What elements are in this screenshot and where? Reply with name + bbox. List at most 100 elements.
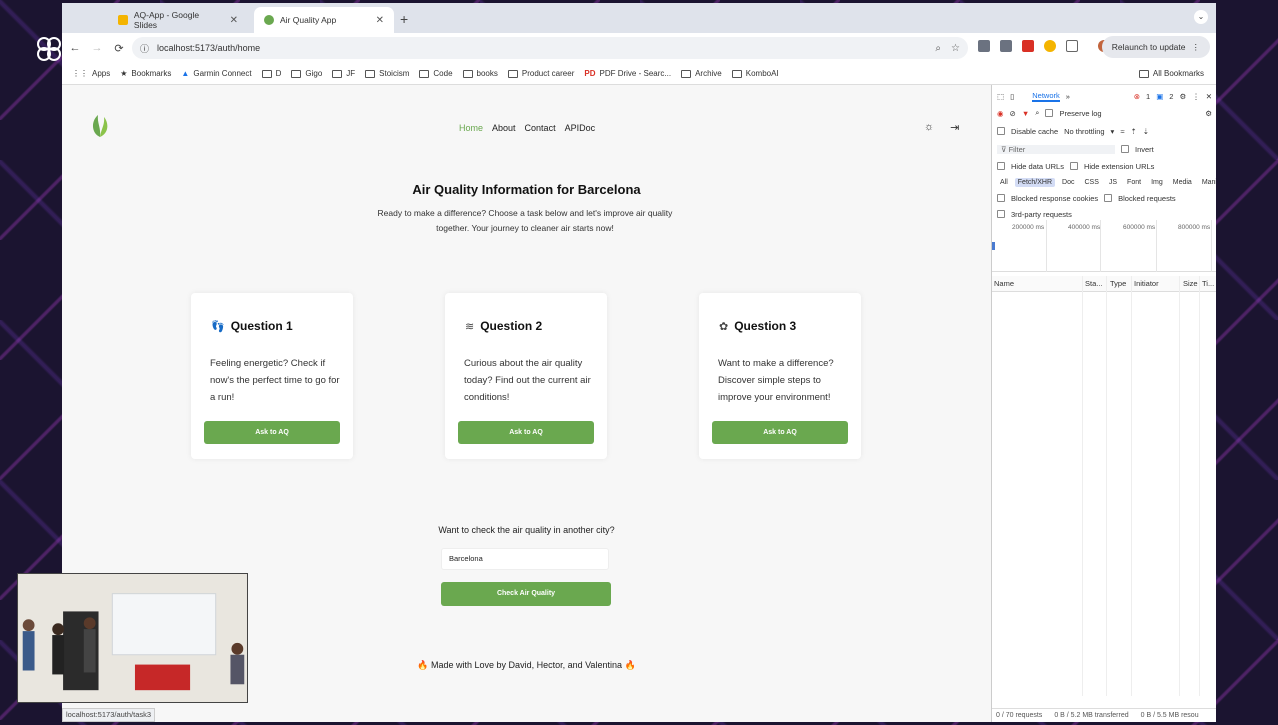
bookmark-pdf-drive[interactable]: PD PDF Drive - Searc... [584, 69, 671, 78]
column-name[interactable]: Name [994, 279, 1014, 288]
webcam-overlay [17, 573, 248, 703]
bookmark-label: Product career [521, 69, 575, 78]
sun-theme-icon[interactable]: ☼ [924, 121, 934, 134]
wifi-icon[interactable]: ≈ [1120, 127, 1124, 136]
filter-input[interactable]: ⊽ Filter [997, 144, 1115, 154]
type-filter-all[interactable]: All [997, 178, 1011, 187]
bookmark-folder[interactable]: Archive [681, 69, 722, 78]
zoom-icon[interactable]: ⌕ [935, 43, 941, 54]
bookmark-folder[interactable]: JF [332, 69, 355, 78]
nav-about[interactable]: About [492, 123, 516, 133]
blocked-requests-checkbox[interactable] [1104, 194, 1113, 202]
invert-checkbox[interactable] [1121, 145, 1129, 153]
tab-google-slides[interactable]: AQ-App - Google Slides ✕ [108, 7, 248, 33]
column-type[interactable]: Type [1110, 279, 1126, 288]
new-tab-icon[interactable]: + [400, 11, 408, 27]
back-icon[interactable]: ← [64, 42, 86, 54]
devtools-panel: ⬚ ▯ Network » ⊗ 1 ▣ 2 ⚙ ⋮ ✕ ◉ ⊘ ▼ ⌕ Preser… [991, 85, 1216, 722]
folder-icon [261, 69, 272, 78]
more-menu-icon[interactable]: ⋮ [1192, 92, 1200, 101]
type-filter-css[interactable]: CSS [1081, 178, 1101, 187]
site-info-icon[interactable]: ⓘ [140, 42, 149, 55]
ask-to-aq-button[interactable]: Ask to AQ [712, 421, 848, 444]
extension-icon[interactable] [1000, 40, 1012, 52]
warning-count: 2 [1169, 91, 1174, 101]
hide-data-urls-checkbox[interactable] [997, 162, 1005, 170]
bookmark-label: Bookmarks [131, 69, 172, 78]
error-count: 1 [1146, 91, 1151, 101]
all-bookmarks[interactable]: All Bookmarks [1138, 69, 1204, 78]
blocked-cookies-checkbox[interactable] [997, 194, 1005, 202]
leaf-logo-icon[interactable] [89, 113, 111, 139]
preserve-log-checkbox[interactable] [1045, 109, 1054, 117]
timeline-gridline [1046, 220, 1047, 272]
tab-search-chevron-icon[interactable]: ⌄ [1194, 10, 1208, 24]
tab-air-quality-app[interactable]: Air Quality App ✕ [254, 7, 394, 33]
record-icon[interactable]: ◉ [997, 109, 1004, 118]
disable-cache-checkbox[interactable] [997, 127, 1005, 135]
type-filter-img[interactable]: Img [1148, 178, 1166, 187]
nav-contact[interactable]: Contact [525, 123, 556, 133]
error-count-icon[interactable]: ⊗ [1134, 92, 1140, 101]
nav-apidoc[interactable]: APIDoc [565, 123, 596, 133]
bookmark-garmin[interactable]: ▲ Garmin Connect [181, 69, 251, 78]
column-initiator[interactable]: Initiator [1134, 279, 1159, 288]
forward-icon[interactable]: → [86, 42, 108, 54]
type-filter-js[interactable]: JS [1106, 178, 1120, 187]
ask-to-aq-button[interactable]: Ask to AQ [458, 421, 594, 444]
type-filter-manifest[interactable]: Mani [1199, 178, 1216, 187]
bookmark-folder[interactable]: Gigo [291, 69, 322, 78]
close-tab-icon[interactable]: ✕ [376, 15, 384, 26]
column-size[interactable]: Size [1183, 279, 1198, 288]
extension-icon[interactable] [1044, 40, 1056, 52]
bookmark-folder[interactable]: D [261, 69, 281, 78]
throttling-select[interactable]: No throttling [1064, 127, 1104, 136]
reload-icon[interactable]: ⟳ [108, 42, 130, 55]
type-filter-doc[interactable]: Doc [1059, 178, 1077, 187]
ask-to-aq-button[interactable]: Ask to AQ [204, 421, 340, 444]
check-air-quality-button[interactable]: Check Air Quality [441, 582, 611, 606]
download-icon[interactable]: ⇣ [1143, 127, 1149, 136]
star-icon: ★ [120, 69, 128, 78]
type-filter-fetch-xhr[interactable]: Fetch/XHR [1014, 177, 1056, 187]
bookmark-bookmarks[interactable]: ★ Bookmarks [120, 69, 171, 78]
network-timeline[interactable]: 200000 ms 400000 ms 600000 ms 800000 ms [992, 220, 1216, 272]
search-icon[interactable]: ⌕ [1035, 108, 1039, 118]
network-summary: 0 / 70 requests 0 B / 5.2 MB transferred… [992, 708, 1216, 722]
settings-gear-icon[interactable]: ⚙ [1179, 92, 1186, 101]
bookmark-folder[interactable]: books [462, 69, 498, 78]
clear-icon[interactable]: ⊘ [1010, 109, 1016, 118]
inspect-icon[interactable]: ⬚ [997, 92, 1004, 101]
bookmark-apps[interactable]: ⋮⋮ Apps [72, 69, 110, 78]
extension-icon[interactable] [1022, 40, 1034, 52]
network-settings-icon[interactable]: ⚙ [1205, 109, 1212, 118]
filter-icon[interactable]: ▼ [1022, 109, 1029, 118]
third-party-checkbox[interactable] [997, 210, 1005, 218]
upload-icon[interactable]: ⇡ [1130, 127, 1136, 136]
relaunch-button[interactable]: Relaunch to update ⋮ [1101, 36, 1210, 58]
bookmark-folder[interactable]: Stoicism [365, 69, 409, 78]
hide-extension-urls-checkbox[interactable] [1069, 162, 1078, 170]
bookmark-folder[interactable]: KomboAI [731, 69, 779, 78]
close-devtools-icon[interactable]: ✕ [1206, 92, 1212, 101]
bookmark-star-icon[interactable]: ☆ [951, 43, 960, 54]
type-filter-font[interactable]: Font [1124, 178, 1144, 187]
message-count-icon[interactable]: ▣ [1156, 92, 1163, 101]
tab-network[interactable]: Network [1032, 91, 1060, 102]
close-tab-icon[interactable]: ✕ [230, 15, 238, 26]
type-filter-media[interactable]: Media [1170, 178, 1195, 187]
city-question: Want to check the air quality in another… [438, 525, 615, 535]
nav-home[interactable]: Home [459, 123, 483, 133]
apps-grid-icon: ⋮⋮ [72, 69, 88, 78]
address-bar[interactable]: ⓘ localhost:5173/auth/home ⌕ ☆ [132, 37, 968, 59]
extension-icon[interactable] [978, 40, 990, 52]
column-status[interactable]: Sta... [1085, 279, 1103, 288]
puzzle-extensions-icon[interactable] [1066, 40, 1078, 52]
device-toggle-icon[interactable]: ▯ [1010, 92, 1014, 101]
city-input[interactable]: Barcelona [441, 548, 609, 570]
more-tabs-icon[interactable]: » [1066, 92, 1070, 101]
logout-icon[interactable]: ⇥ [950, 121, 959, 134]
bookmark-folder[interactable]: Product career [507, 69, 575, 78]
column-time[interactable]: Ti... [1202, 279, 1214, 288]
bookmark-folder[interactable]: Code [419, 69, 453, 78]
